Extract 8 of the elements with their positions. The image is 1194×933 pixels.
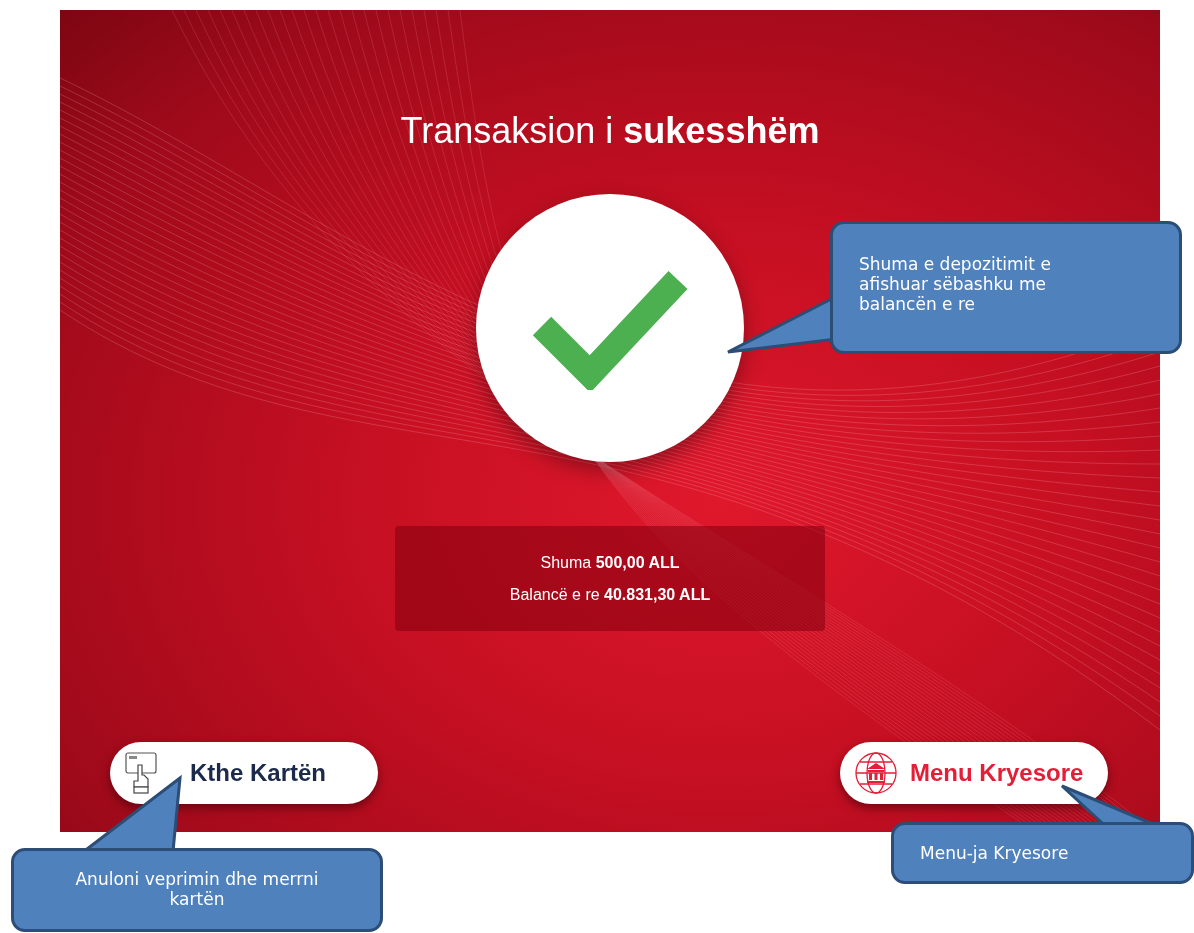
summary-line: Balancë e re 40.831,30 ALL xyxy=(509,585,711,604)
callout-note: Shuma e depozitimit e afishuar sëbashku me balancën e re xyxy=(830,221,1182,354)
bank-globe-icon xyxy=(854,751,898,795)
return-card-button[interactable]: Kthe Kartën xyxy=(110,742,378,804)
summary-line: Shuma 500,00 ALL xyxy=(540,553,680,572)
card-hand-icon xyxy=(124,751,160,795)
main-menu-button[interactable]: Menu Kryesore xyxy=(840,742,1108,804)
screen-title: Transaksion i sukesshëm xyxy=(400,110,820,152)
